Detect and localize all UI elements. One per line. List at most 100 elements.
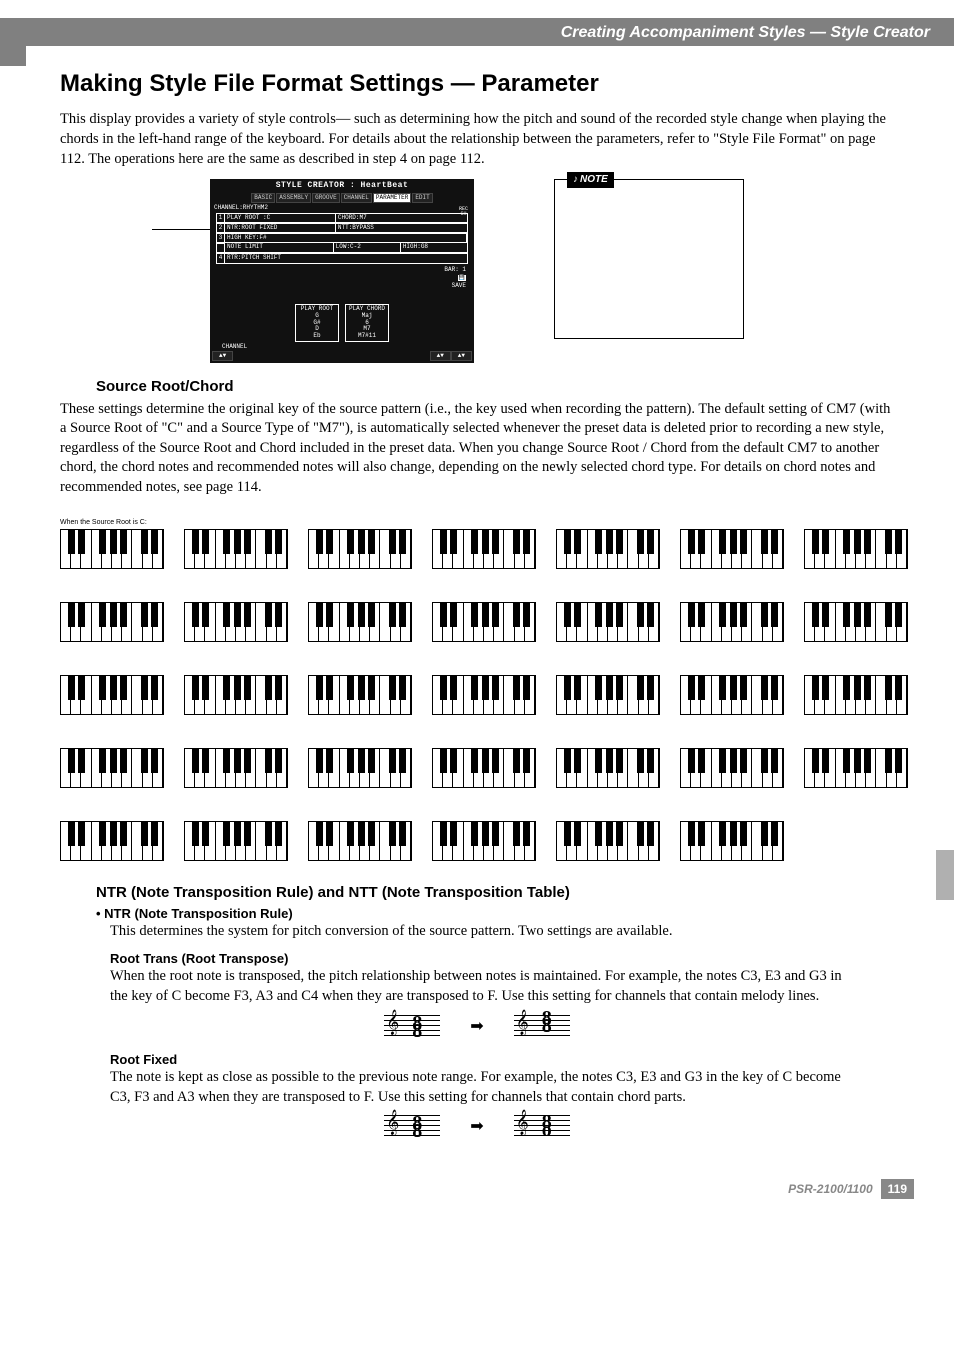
mini-keyboard: [556, 529, 660, 569]
arrow-right-icon: ➡: [470, 1016, 483, 1038]
keyboard-sublabel: [60, 715, 164, 723]
source-heading: Source Root/Chord: [96, 377, 894, 397]
mini-keyboard: [556, 748, 660, 788]
keyboard-label: [556, 810, 660, 820]
staff-row-root-trans: 𝄞 88 ➡ 𝄞 88: [60, 1011, 894, 1043]
mini-keyboard: [680, 529, 784, 569]
lcd-row-2: 2 NTR:ROOT FIXED NTT:BYPASS: [216, 223, 468, 233]
page-footer: PSR-2100/1100 119: [0, 1151, 954, 1219]
staff-before: 𝄞 88: [384, 1111, 440, 1143]
keyboard-row: When the Source Root is C:: [60, 518, 894, 577]
keyboard-cell: [308, 518, 412, 577]
keyboard-cell: [432, 591, 536, 650]
lcd-tab-edit: EDIT: [412, 193, 432, 203]
staff-after: 𝄞 88: [514, 1011, 570, 1043]
keyboard-cell: [556, 810, 660, 869]
keyboard-label: [680, 518, 784, 528]
keyboard-cell: [556, 664, 660, 723]
staff-row-root-fixed: 𝄞 88 ➡ 𝄞 8o: [60, 1111, 894, 1143]
keyboard-sublabel: [60, 788, 164, 796]
keyboard-row: [60, 664, 894, 723]
lcd-row3-low: LOW:C-2: [334, 243, 401, 252]
keyboard-cell: [680, 737, 784, 796]
lcd-tab-parameter: PARAMETER: [373, 193, 411, 203]
mini-keyboard: [308, 675, 412, 715]
mini-keyboard: [60, 748, 164, 788]
keyboard-sublabel: [60, 642, 164, 650]
keyboard-label: [432, 518, 536, 528]
keyboard-label: [432, 664, 536, 674]
lcd-save-icon: 💾: [458, 275, 466, 282]
mini-keyboard: [432, 821, 536, 861]
keyboard-cell: [680, 591, 784, 650]
mini-keyboard: [804, 748, 908, 788]
keyboard-sublabel: [680, 569, 784, 577]
keyboard-cell: [432, 737, 536, 796]
keyboard-sublabel: [184, 715, 288, 723]
keyboard-label: [680, 810, 784, 820]
lcd-row-right: CHORD:M7: [336, 214, 467, 222]
keyboard-label: [60, 664, 164, 674]
keyboard-sublabel: [184, 642, 288, 650]
keyboard-grid: When the Source Root is C:: [60, 518, 894, 869]
keyboard-label: [184, 664, 288, 674]
lcd-row-4: 4 RTR:PITCH SHIFT: [216, 253, 468, 263]
mini-keyboard: [184, 821, 288, 861]
keyboard-row: [60, 591, 894, 650]
keyboard-sublabel: [308, 642, 412, 650]
arrow-right-icon: ➡: [470, 1116, 483, 1138]
staff-after: 𝄞 8o: [514, 1111, 570, 1143]
lcd-row-3-top: 3 HIGH KEY:F#: [216, 233, 468, 243]
lcd-row3-high: HIGH:G8: [401, 243, 467, 252]
lcd-play-root-box: PLAY ROOT G G# D Eb: [295, 304, 339, 342]
keyboard-label: [556, 518, 660, 528]
keyboard-cell: [556, 737, 660, 796]
keyboard-label: [432, 737, 536, 747]
mini-keyboard: [680, 748, 784, 788]
lcd-save-label: SAVE: [452, 282, 466, 289]
keyboard-cell: [308, 591, 412, 650]
mini-keyboard: [432, 529, 536, 569]
lcd-row-num: 4: [217, 254, 225, 262]
mini-keyboard: [432, 602, 536, 642]
keyboard-label: [308, 591, 412, 601]
root-trans-body: When the root note is transposed, the pi…: [110, 967, 858, 1006]
mini-keyboard: [804, 529, 908, 569]
lcd-row-num: 3: [217, 234, 225, 242]
keyboard-cell: [308, 664, 412, 723]
keyboard-sublabel: [432, 715, 536, 723]
page-title: Making Style File Format Settings — Para…: [60, 68, 894, 100]
mini-keyboard: [804, 602, 908, 642]
mini-keyboard: [60, 675, 164, 715]
keyboard-label: [680, 664, 784, 674]
mini-keyboard: [308, 821, 412, 861]
lcd-play-root-val: Eb: [298, 333, 336, 340]
keyboard-cell: [184, 664, 288, 723]
keyboard-label: [60, 737, 164, 747]
keyboard-sublabel: [556, 642, 660, 650]
lcd-footer-channel: CHANNEL: [222, 343, 247, 351]
keyboard-cell: [432, 810, 536, 869]
keyboard-label: [432, 810, 536, 820]
keyboard-sublabel: [308, 715, 412, 723]
keyboard-label: [184, 810, 288, 820]
root-fixed-head: Root Fixed: [110, 1051, 894, 1069]
keyboard-cell: [184, 810, 288, 869]
keyboard-cell: [556, 518, 660, 577]
lcd-container: STYLE CREATOR : HeartBeat BASIC ASSEMBLY…: [210, 179, 474, 363]
lcd-row-1: 1 PLAY ROOT :C CHORD:M7: [216, 213, 468, 223]
lcd-row3-highkey: HIGH KEY:F#: [225, 234, 467, 242]
mini-keyboard: [184, 748, 288, 788]
keyboard-cell: [680, 810, 784, 869]
keyboard-label: [804, 737, 908, 747]
keyboard-cell: [556, 591, 660, 650]
keyboard-label: [60, 810, 164, 820]
keyboard-cell: [680, 518, 784, 577]
note-box: ♪NOTE: [554, 179, 744, 339]
lcd-footer-updown-1: ▲▼: [212, 351, 233, 361]
keyboard-cell: [308, 737, 412, 796]
treble-clef-icon: 𝄞: [516, 1111, 529, 1133]
ntr-heading: NTR (Note Transposition Rule) and NTT (N…: [96, 883, 894, 903]
keyboard-cell: [184, 518, 288, 577]
keyboard-label: [308, 518, 412, 528]
